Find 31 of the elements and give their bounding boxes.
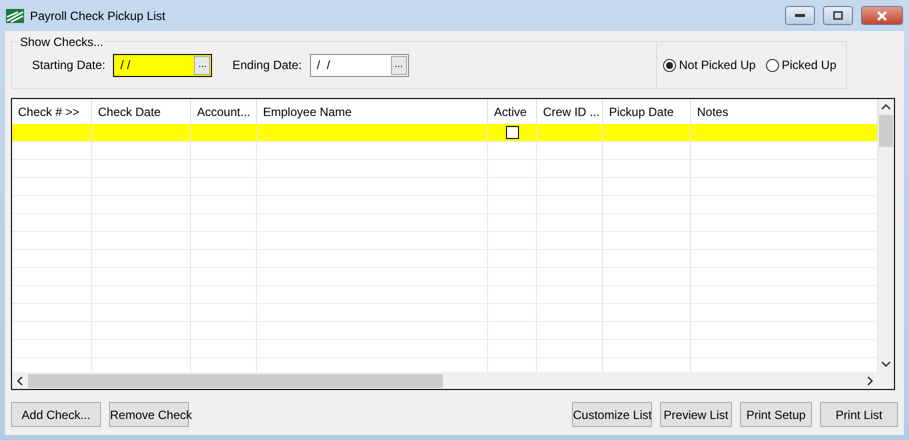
action-button[interactable]: Preview List <box>660 402 732 427</box>
close-button[interactable] <box>861 6 903 25</box>
restore-button[interactable] <box>823 6 853 25</box>
radio-button[interactable] <box>663 58 676 72</box>
close-icon <box>876 10 888 20</box>
action-button[interactable]: Customize List <box>572 402 652 427</box>
date-label: Ending Date: <box>232 58 302 72</box>
minimize-button[interactable] <box>785 6 815 25</box>
group-title: Show Checks... <box>18 35 106 49</box>
horizontal-scrollbar[interactable] <box>12 372 878 389</box>
radio-label[interactable]: Not Picked Up <box>679 58 756 72</box>
scroll-thumb[interactable] <box>879 115 893 147</box>
date-value: / / <box>120 58 130 72</box>
date-field[interactable]: / / ... <box>113 54 212 76</box>
vertical-scrollbar[interactable] <box>878 99 894 372</box>
restore-icon <box>833 11 843 20</box>
app-logo-icon <box>6 8 24 22</box>
date-field[interactable]: / / ... <box>310 54 409 76</box>
action-button[interactable]: Add Check... <box>11 402 101 427</box>
browse-button[interactable]: ... <box>194 56 210 74</box>
minimize-icon <box>795 14 805 18</box>
action-button[interactable]: Print Setup <box>740 402 812 427</box>
date-value: / / <box>316 58 330 72</box>
radio-label[interactable]: Picked Up <box>782 58 836 72</box>
action-button[interactable]: Print List <box>820 402 898 427</box>
window-title: Payroll Check Pickup List <box>30 8 166 22</box>
browse-button[interactable]: ... <box>390 56 407 74</box>
date-label: Starting Date: <box>32 58 106 72</box>
scroll-thumb[interactable] <box>28 374 443 388</box>
radio-button[interactable] <box>766 58 779 72</box>
active-checkbox[interactable] <box>506 126 518 139</box>
